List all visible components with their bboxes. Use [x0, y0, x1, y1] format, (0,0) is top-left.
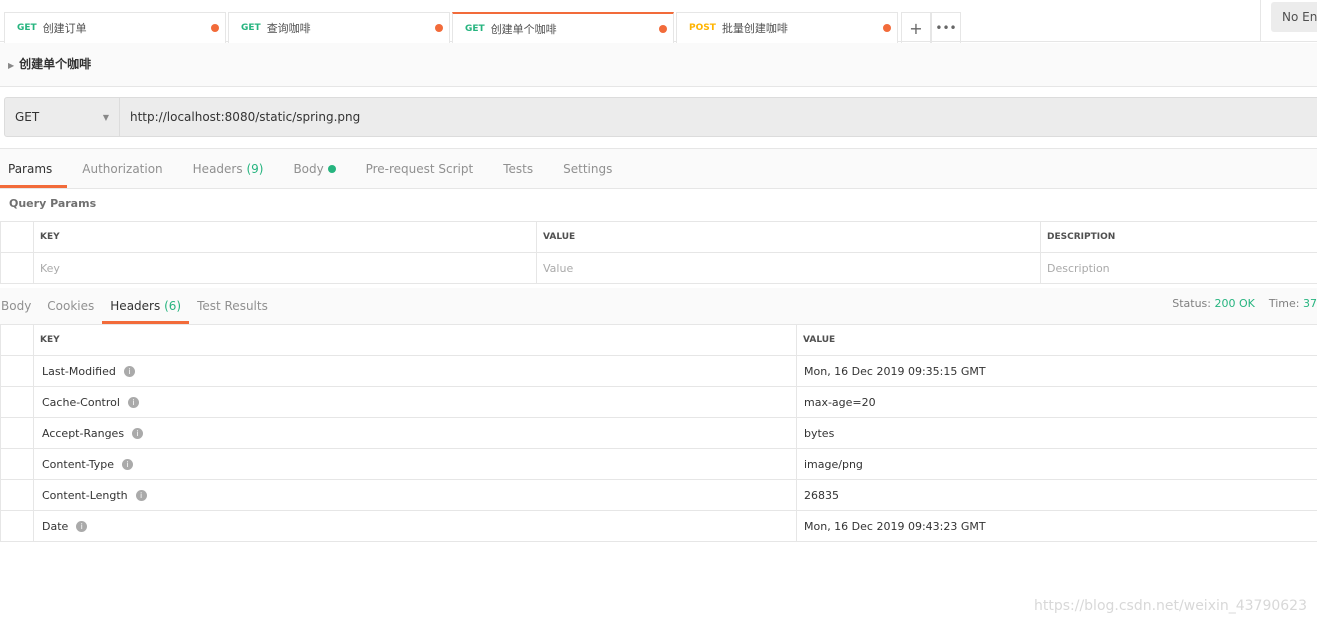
method-select[interactable]: GET ▼: [5, 98, 120, 136]
value-input[interactable]: Value: [536, 252, 1041, 284]
header-key: Accept-Ranges: [42, 426, 125, 440]
table-row: Content-Type i image/png: [0, 448, 1317, 480]
tab-cookies[interactable]: Cookies: [39, 288, 102, 324]
row-checkbox[interactable]: [0, 252, 34, 284]
info-icon[interactable]: i: [123, 366, 135, 377]
header-value: max-age=20: [796, 386, 1317, 418]
url-input[interactable]: http://localhost:8080/static/spring.png: [120, 110, 360, 124]
tab-name: 创建订单: [42, 22, 87, 35]
table-row: Cache-Control i max-age=20: [0, 386, 1317, 418]
unsaved-dot-icon: [435, 24, 443, 32]
header-key: Content-Type: [42, 457, 114, 471]
time-label: Time:: [1268, 297, 1300, 310]
unsaved-dot-icon: [659, 24, 667, 33]
tab-method: GET: [241, 23, 261, 33]
row-spacer: [0, 479, 34, 511]
tab-method: GET: [465, 23, 485, 34]
url-bar: GET ▼ http://localhost:8080/static/spring…: [4, 97, 1317, 137]
header-key: Date: [42, 519, 69, 533]
watermark: https://blog.csdn.net/weixin_43790623: [1033, 598, 1307, 614]
description-input[interactable]: Description: [1040, 252, 1317, 284]
tab-params[interactable]: Params: [0, 149, 68, 188]
tab-method: GET: [17, 23, 37, 33]
header-value: Mon, 16 Dec 2019 09:43:23 GMT: [796, 510, 1317, 542]
header-key: Last-Modified: [42, 364, 116, 378]
tab-tests[interactable]: Tests: [495, 149, 548, 188]
unsaved-dot-icon: [211, 24, 219, 32]
blank-col: [0, 324, 34, 356]
status-value: 200 OK: [1214, 297, 1255, 310]
header-value: 26835: [796, 479, 1317, 511]
headers-count: (9): [246, 162, 264, 176]
tab-headers[interactable]: Headers (9): [185, 149, 279, 188]
tab-name: 查询咖啡: [266, 22, 311, 35]
plus-icon: +: [909, 18, 923, 38]
info-icon[interactable]: i: [132, 428, 144, 439]
request-name-header[interactable]: ▶ 创建单个咖啡: [0, 43, 1317, 87]
row-spacer: [0, 355, 34, 387]
divider: [1260, 0, 1261, 42]
more-icon: •••: [935, 21, 957, 35]
col-value: VALUE: [796, 324, 1317, 356]
info-icon[interactable]: i: [135, 490, 147, 501]
table-row: Date i Mon, 16 Dec 2019 09:43:23 GMT: [0, 510, 1317, 542]
header-value: bytes: [796, 417, 1317, 449]
info-icon[interactable]: i: [121, 459, 133, 470]
response-status: Status: 200 OK Time: 37: [1172, 297, 1317, 310]
table-row: Last-Modified i Mon, 16 Dec 2019 09:35:15 …: [0, 355, 1317, 387]
time-value: 37: [1303, 297, 1317, 310]
request-tabs: Params Authorization Headers (9) Body Pr…: [0, 148, 1317, 189]
key-input[interactable]: Key: [33, 252, 537, 284]
chevron-down-icon: ▼: [102, 112, 109, 122]
tab-label: Headers: [192, 162, 243, 176]
header-key: Cache-Control: [42, 395, 120, 409]
table-row: Content-Length i 26835: [0, 479, 1317, 511]
method-value: GET: [15, 110, 40, 124]
headers-count: (6): [164, 299, 182, 313]
tab-response-headers[interactable]: Headers (6): [102, 288, 190, 324]
caret-right-icon: ▶: [8, 61, 15, 70]
row-spacer: [0, 417, 34, 449]
table-row: Accept-Ranges i bytes: [0, 417, 1317, 449]
tab-label: Headers: [110, 299, 161, 313]
request-tab[interactable]: POST 批量创建咖啡: [676, 12, 898, 43]
query-params-title: Query Params: [9, 197, 97, 210]
header-value: Mon, 16 Dec 2019 09:35:15 GMT: [796, 355, 1317, 387]
col-value: VALUE: [536, 221, 1041, 253]
tab-response-body[interactable]: Body: [0, 288, 39, 324]
environment-select[interactable]: No En: [1271, 2, 1317, 32]
tab-test-results[interactable]: Test Results: [189, 288, 276, 324]
status-label: Status:: [1172, 297, 1211, 310]
query-params-table: KEY VALUE DESCRIPTION Key Value Description: [0, 221, 1317, 284]
info-icon[interactable]: i: [76, 521, 88, 532]
tab-name: 批量创建咖啡: [721, 22, 788, 35]
col-key: KEY: [33, 221, 537, 253]
request-tab[interactable]: GET 查询咖啡: [228, 12, 450, 43]
row-spacer: [0, 386, 34, 418]
request-name: 创建单个咖啡: [19, 57, 92, 71]
body-indicator-dot: [327, 165, 336, 173]
request-tab[interactable]: GET 创建单个咖啡: [452, 12, 674, 43]
tab-label: Body: [293, 162, 324, 176]
header-value: image/png: [796, 448, 1317, 480]
header-key: Content-Length: [42, 488, 128, 502]
response-headers-table: KEY VALUE Last-Modified i Mon, 16 Dec 2019 …: [0, 324, 1317, 542]
new-tab-button[interactable]: +: [901, 12, 931, 43]
unsaved-dot-icon: [883, 24, 891, 32]
row-spacer: [0, 510, 34, 542]
tab-method: POST: [689, 23, 716, 33]
tab-name: 创建单个咖啡: [490, 22, 557, 36]
tab-prerequest-script[interactable]: Pre-request Script: [358, 149, 489, 188]
request-tab[interactable]: GET 创建订单: [4, 12, 226, 43]
response-tabs: Body Cookies Headers (6) Test Results: [0, 288, 1317, 325]
tab-body[interactable]: Body: [285, 149, 350, 188]
col-description: DESCRIPTION: [1040, 221, 1317, 253]
info-icon[interactable]: i: [127, 397, 139, 408]
col-key: KEY: [33, 324, 797, 356]
tab-authorization[interactable]: Authorization: [74, 149, 177, 188]
row-spacer: [0, 448, 34, 480]
checkbox-col: [0, 221, 34, 253]
more-tabs-button[interactable]: •••: [931, 12, 961, 43]
tab-settings[interactable]: Settings: [555, 149, 627, 188]
